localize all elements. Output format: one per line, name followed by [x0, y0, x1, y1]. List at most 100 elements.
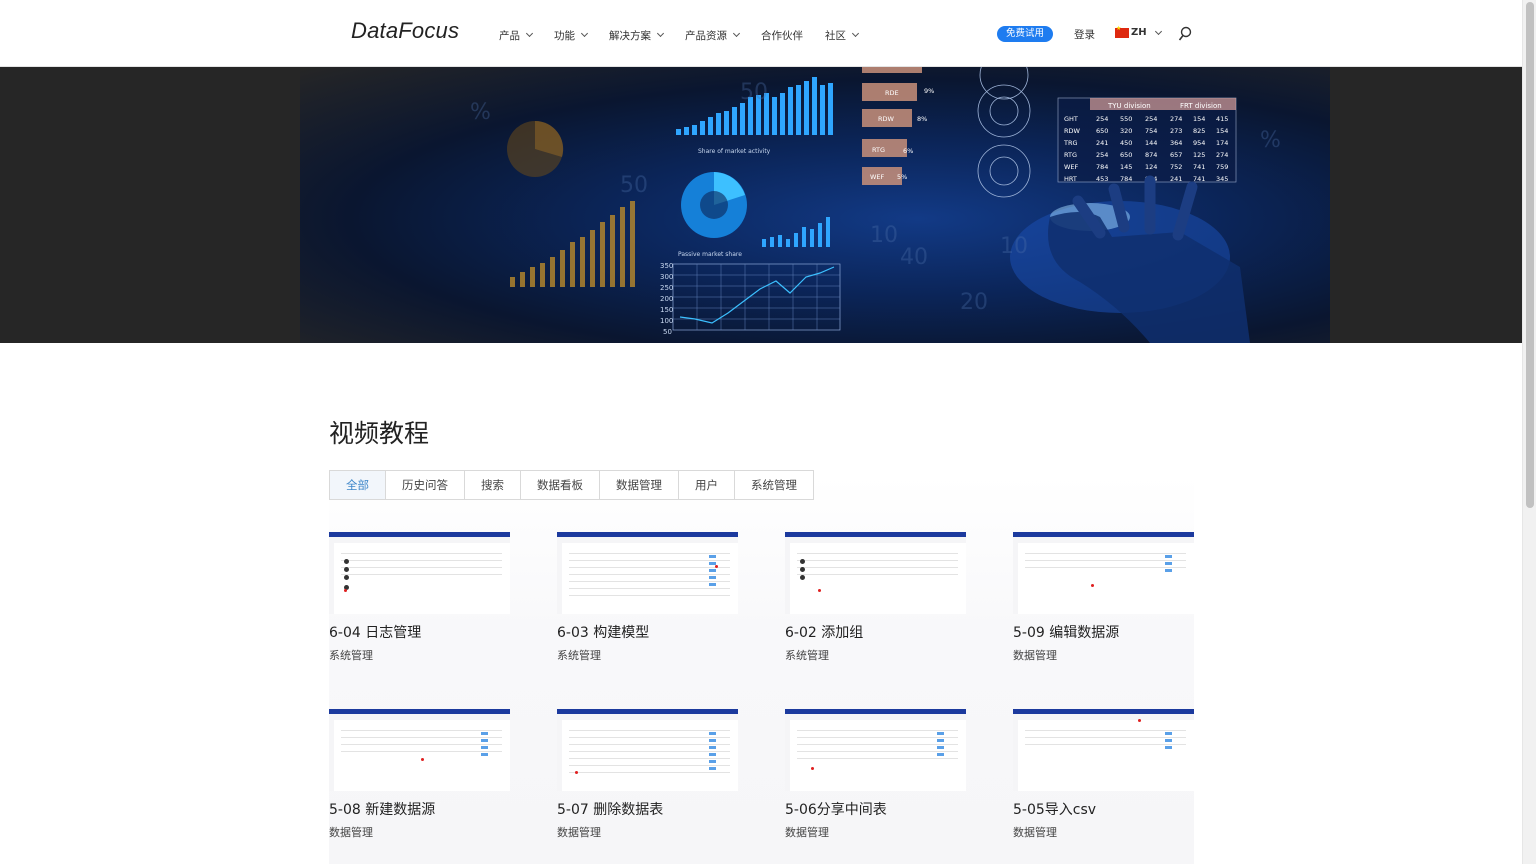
hero-table-cell: 741	[1193, 163, 1205, 171]
thumbnail-cursor-dot	[811, 767, 814, 770]
tab-dashboard[interactable]: 数据看板	[521, 471, 600, 499]
video-title[interactable]: 6-02 添加组	[785, 622, 966, 642]
svg-text:8%: 8%	[917, 115, 927, 123]
thumbnail-row-line	[341, 751, 502, 752]
nav-item-community[interactable]: 社区	[825, 28, 860, 43]
chevron-down-icon	[732, 29, 741, 38]
video-thumbnail[interactable]	[329, 532, 510, 614]
video-card[interactable]: 5-09 编辑数据源 数据管理	[1013, 532, 1194, 663]
hero-table-cell: 144	[1145, 139, 1157, 147]
hero-table-cell: 124	[1145, 163, 1157, 171]
tab-data-management[interactable]: 数据管理	[600, 471, 679, 499]
video-card[interactable]: 5-05导入csv 数据管理	[1013, 709, 1194, 840]
hero-banner: Share of market activity Passive market …	[0, 67, 1522, 343]
svg-text:150: 150	[660, 306, 673, 314]
scrollbar-thumb[interactable]	[1526, 2, 1534, 508]
thumbnail-row-line	[569, 772, 730, 773]
language-selector[interactable]: ZH	[1115, 25, 1162, 38]
video-title[interactable]: 5-09 编辑数据源	[1013, 622, 1194, 642]
nav-item-partners[interactable]: 合作伙伴	[761, 28, 803, 43]
thumbnail-row-line	[341, 560, 502, 561]
video-thumbnail[interactable]	[785, 532, 966, 614]
thumbnail-row-line	[797, 567, 958, 568]
video-thumbnail[interactable]	[557, 709, 738, 791]
svg-text:50: 50	[620, 173, 648, 198]
hero-y-ticks: 350 300 250 200 150 100 50	[660, 262, 673, 336]
hero-table-cell: 874	[1145, 151, 1157, 159]
tab-history-qa[interactable]: 历史问答	[386, 471, 465, 499]
svg-text:RDW: RDW	[878, 115, 895, 123]
video-card[interactable]: 6-02 添加组 系统管理	[785, 532, 966, 663]
video-card[interactable]: 5-08 新建数据源 数据管理	[329, 709, 510, 840]
thumbnail-pill	[709, 753, 716, 756]
main-nav: 产品 功能 解决方案 产品资源 合作伙伴 社区	[499, 26, 880, 44]
hero-table-cell: 274	[1216, 151, 1228, 159]
hero-table-cell: WEF	[1064, 163, 1079, 171]
thumbnail-cursor-dot	[1091, 584, 1094, 587]
video-card[interactable]: 5-06分享中间表 数据管理	[785, 709, 966, 840]
video-title[interactable]: 5-05导入csv	[1013, 799, 1194, 819]
svg-text:WEF: WEF	[870, 173, 885, 181]
datafocus-logo[interactable]: DataFocus	[351, 18, 459, 44]
thumbnail-dot	[800, 575, 805, 580]
thumbnail-pill	[481, 746, 488, 749]
page-scrollbar[interactable]	[1522, 0, 1536, 864]
hero-table-cell: 825	[1193, 127, 1205, 135]
tab-users[interactable]: 用户	[679, 471, 735, 499]
hero-table-cell: 254	[1145, 115, 1157, 123]
svg-text:20: 20	[960, 290, 988, 315]
nav-item-resources[interactable]: 产品资源	[685, 28, 741, 43]
video-title[interactable]: 6-04 日志管理	[329, 622, 510, 642]
hero-table-cell: 345	[1216, 175, 1228, 183]
thumbnail-row-line	[569, 765, 730, 766]
hero-table-cell: 752	[1170, 163, 1182, 171]
video-category: 系统管理	[785, 649, 829, 662]
video-title[interactable]: 5-07 删除数据表	[557, 799, 738, 819]
svg-text:200: 200	[660, 295, 673, 303]
video-title[interactable]: 5-08 新建数据源	[329, 799, 510, 819]
svg-text:250: 250	[660, 284, 673, 292]
video-card[interactable]: 6-03 构建模型 系统管理	[557, 532, 738, 663]
hero-caption: Share of market activity	[698, 148, 771, 155]
thumbnail-pill	[937, 732, 944, 735]
thumbnail-pill	[937, 753, 944, 756]
video-thumbnail[interactable]	[557, 532, 738, 614]
video-thumbnail[interactable]	[329, 709, 510, 791]
hero-table-cell: 254	[1096, 115, 1108, 123]
video-card[interactable]: 5-07 删除数据表 数据管理	[557, 709, 738, 840]
tab-system-management[interactable]: 系统管理	[735, 471, 813, 499]
hero-table-cell: GHT	[1064, 115, 1078, 123]
thumbnail-pill	[709, 569, 716, 572]
thumbnail-row-line	[797, 751, 958, 752]
tab-all[interactable]: 全部	[330, 471, 386, 499]
china-flag-icon	[1115, 25, 1129, 38]
video-thumbnail[interactable]	[1013, 709, 1194, 791]
video-title[interactable]: 5-06分享中间表	[785, 799, 966, 819]
thumbnail-row-line	[797, 560, 958, 561]
search-icon[interactable]	[1178, 26, 1192, 42]
video-card[interactable]: 6-04 日志管理 系统管理	[329, 532, 510, 663]
nav-item-features[interactable]: 功能	[554, 28, 589, 43]
svg-text:RTG: RTG	[872, 146, 885, 154]
nav-item-solutions[interactable]: 解决方案	[609, 28, 665, 43]
thumbnail-row-line	[797, 574, 958, 575]
video-thumbnail[interactable]	[785, 709, 966, 791]
thumbnail-row-line	[569, 567, 730, 568]
video-thumbnail[interactable]	[1013, 532, 1194, 614]
svg-text:50: 50	[740, 80, 768, 105]
video-title[interactable]: 6-03 构建模型	[557, 622, 738, 642]
hero-illustration: Share of market activity Passive market …	[470, 67, 1281, 343]
hero-table-cell: TRG	[1063, 139, 1078, 147]
video-category: 数据管理	[557, 826, 601, 839]
tab-search[interactable]: 搜索	[465, 471, 521, 499]
site-header: DataFocus 产品 功能 解决方案 产品资源 合作伙伴 社区 免费试用 登…	[0, 0, 1522, 67]
video-category: 系统管理	[329, 649, 373, 662]
thumbnail-cursor-dot	[575, 771, 578, 774]
hero-table-cell: 650	[1096, 127, 1108, 135]
thumbnail-row-line	[569, 730, 730, 731]
hero-table-cell: 274	[1170, 115, 1182, 123]
login-link[interactable]: 登录	[1074, 27, 1095, 42]
nav-item-products[interactable]: 产品	[499, 28, 534, 43]
free-trial-button[interactable]: 免费试用	[997, 26, 1053, 42]
hero-table-cell: RDW	[1064, 127, 1081, 135]
